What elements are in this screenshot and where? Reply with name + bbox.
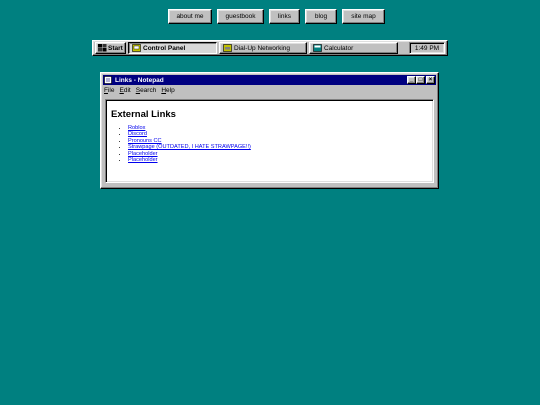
taskbar-item-control-panel[interactable]: Control Panel: [128, 42, 217, 54]
minimize-button[interactable]: _: [407, 76, 416, 84]
system-tray-clock: 1:49 PM: [409, 42, 445, 54]
taskbar-item-label: Calculator: [324, 44, 354, 52]
taskbar: Start Control Panel Dial-Up Networking C…: [92, 40, 448, 56]
window-title: Links - Notepad: [115, 76, 164, 84]
link-discord[interactable]: Discord: [128, 131, 147, 137]
close-button[interactable]: ×: [426, 76, 435, 84]
maximize-button[interactable]: □: [416, 76, 425, 84]
top-nav: about me guestbook links blog site map: [168, 9, 385, 24]
start-label: Start: [108, 44, 123, 52]
nav-about-me-button[interactable]: about me: [168, 9, 212, 24]
taskbar-item-label: Dial-Up Networking: [234, 44, 290, 52]
links-list: Roblox Discord Pronouns CC Strawpage (OU…: [111, 125, 433, 163]
link-strawpage[interactable]: Strawpage (OUTDATED, I HATE STRAWPAGE!!): [128, 144, 251, 150]
notepad-window: Links - Notepad _ □ × File Edit Search H…: [100, 72, 439, 189]
notepad-icon: [104, 76, 113, 84]
menu-bar: File Edit Search Help: [103, 85, 436, 95]
nav-links-button[interactable]: links: [269, 9, 300, 24]
start-button[interactable]: Start: [95, 42, 126, 54]
nav-blog-button[interactable]: blog: [305, 9, 337, 24]
link-placeholder[interactable]: Placeholder: [128, 151, 158, 157]
menu-help[interactable]: Help: [161, 87, 174, 94]
menu-edit[interactable]: Edit: [120, 87, 131, 94]
menu-file[interactable]: File: [104, 87, 115, 94]
page-heading: External Links: [111, 109, 176, 120]
taskbar-item-dialup-networking[interactable]: Dial-Up Networking: [219, 42, 307, 54]
windows-logo-icon: [98, 44, 107, 52]
link-roblox[interactable]: Roblox: [128, 125, 145, 131]
taskbar-item-calculator[interactable]: Calculator: [309, 42, 398, 54]
list-item: Placeholder: [128, 157, 433, 163]
control-panel-icon: [132, 44, 141, 52]
link-placeholder[interactable]: Placeholder: [128, 157, 158, 163]
window-controls: _ □ ×: [407, 76, 436, 84]
window-titlebar[interactable]: Links - Notepad _ □ ×: [103, 75, 436, 85]
text-area[interactable]: External Links Roblox Discord Pronouns C…: [105, 99, 434, 183]
nav-guestbook-button[interactable]: guestbook: [217, 9, 264, 24]
nav-site-map-button[interactable]: site map: [342, 9, 385, 24]
taskbar-item-label: Control Panel: [143, 44, 186, 52]
link-pronouns-cc[interactable]: Pronouns CC: [128, 138, 162, 144]
calculator-icon: [313, 44, 322, 52]
dialup-icon: [223, 44, 232, 52]
menu-search[interactable]: Search: [136, 87, 157, 94]
